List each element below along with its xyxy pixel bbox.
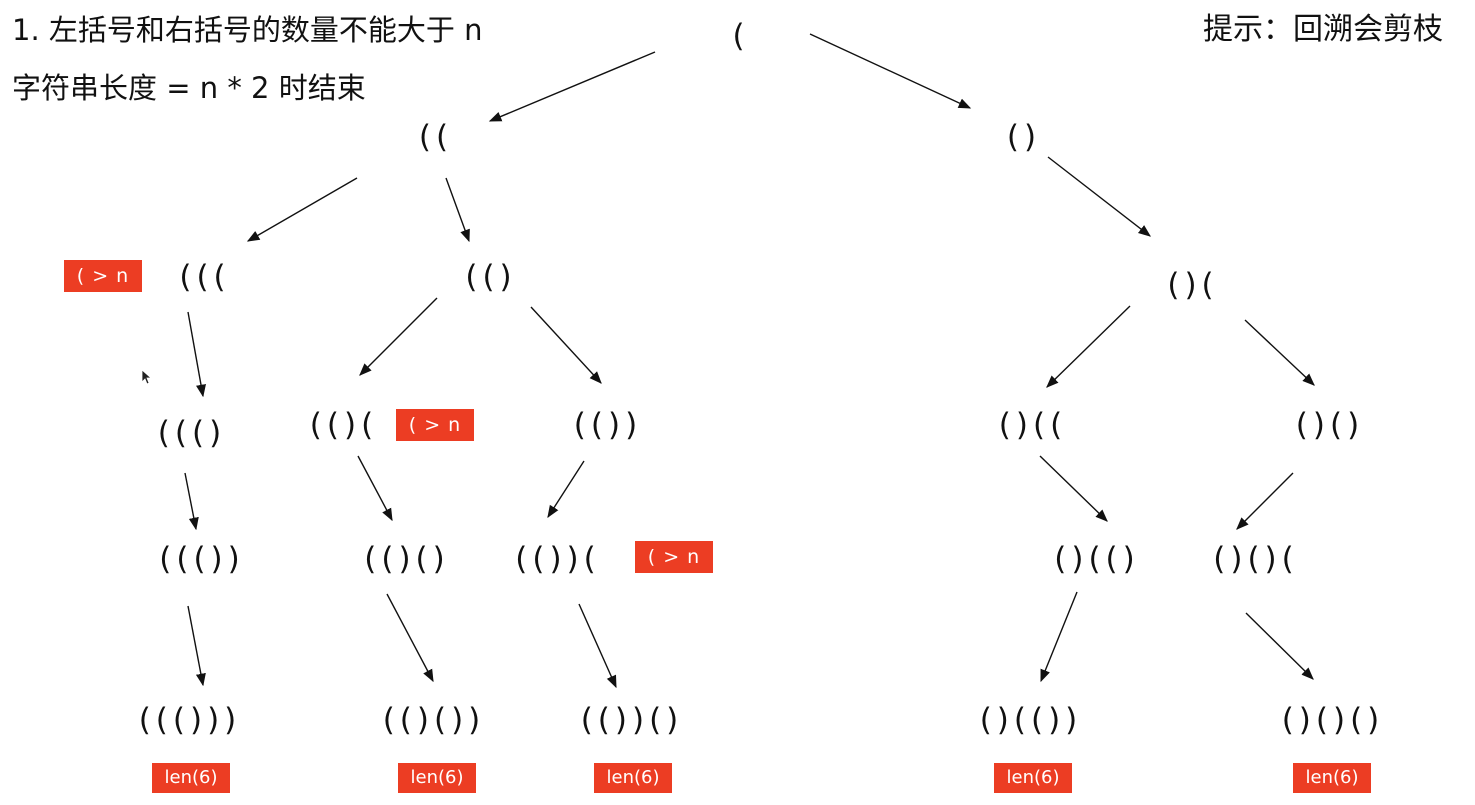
prune-tag: ( > n <box>396 409 474 441</box>
edge-l3b-to-l4b <box>357 455 393 522</box>
tree-node-l2-b: (() <box>465 259 517 295</box>
done-length-tag: len(6) <box>1293 763 1371 793</box>
done-length-tag: len(6) <box>398 763 476 793</box>
edge-l3e-to-l4e <box>1236 472 1294 530</box>
tree-node-root: ( <box>732 18 750 54</box>
edge-l3d-to-l4d <box>1039 455 1108 522</box>
tree-node-l4-a: ((()) <box>159 541 245 577</box>
tree-node-l5-a: ((())) <box>138 702 242 738</box>
tree-node-l1-b: () <box>1006 119 1042 155</box>
tree-node-l3-c: (()) <box>573 407 643 443</box>
done-length-tag: len(6) <box>994 763 1072 793</box>
tree-node-l4-c: (())( <box>515 541 601 577</box>
tree-node-l4-e: ()()( <box>1213 541 1299 577</box>
edge-root-to-l1-a <box>488 51 656 122</box>
tree-node-l3-b: (()( <box>309 407 379 443</box>
tree-node-l3-e: ()() <box>1295 407 1365 443</box>
tree-node-l2-c: ()( <box>1167 267 1219 303</box>
done-length-tag: len(6) <box>594 763 672 793</box>
tree-node-l1-a: (( <box>418 119 454 155</box>
edge-l2b-to-l3b <box>359 297 438 376</box>
edge-l4d-to-l5d <box>1040 591 1078 683</box>
tree-node-l3-a: ((() <box>157 415 227 451</box>
mouse-pointer-icon <box>141 369 151 385</box>
tree-node-l4-b: (()() <box>364 541 450 577</box>
edge-l4e-to-l5e <box>1245 612 1314 680</box>
edge-l1b-to-l2c <box>1047 156 1151 237</box>
prune-tag: ( > n <box>635 541 713 573</box>
tree-edges <box>184 33 1315 689</box>
tree-node-l5-c: (())() <box>580 702 684 738</box>
edge-root-to-l1-b <box>809 33 972 109</box>
tree-node-l5-e: ()()() <box>1281 702 1385 738</box>
edge-l2b-to-l3c <box>530 306 602 384</box>
tree-node-l3-d: ()(( <box>998 407 1068 443</box>
edge-l2c-to-l3d <box>1046 305 1131 388</box>
edge-l4b-to-l5b <box>386 593 434 683</box>
tree-node-l2-a: ((( <box>179 259 231 295</box>
tree-node-l5-b: (()()) <box>382 702 486 738</box>
edge-l2a-to-l3a <box>187 311 206 398</box>
edge-l4c-to-l5c <box>578 603 617 689</box>
edge-l3c-to-l4c <box>547 460 585 519</box>
edge-l3a-to-l4a <box>184 472 199 531</box>
prune-tag: ( > n <box>64 260 142 292</box>
edge-l2c-to-l3e <box>1244 319 1315 386</box>
tree-node-l4-d: ()(() <box>1054 541 1140 577</box>
edge-l4a-to-l5a <box>187 605 206 687</box>
tree-node-l5-d: ()(()) <box>979 702 1083 738</box>
edge-l1a-to-l2a <box>246 177 358 242</box>
edge-l1a-to-l2b <box>445 177 470 243</box>
done-length-tag: len(6) <box>152 763 230 793</box>
